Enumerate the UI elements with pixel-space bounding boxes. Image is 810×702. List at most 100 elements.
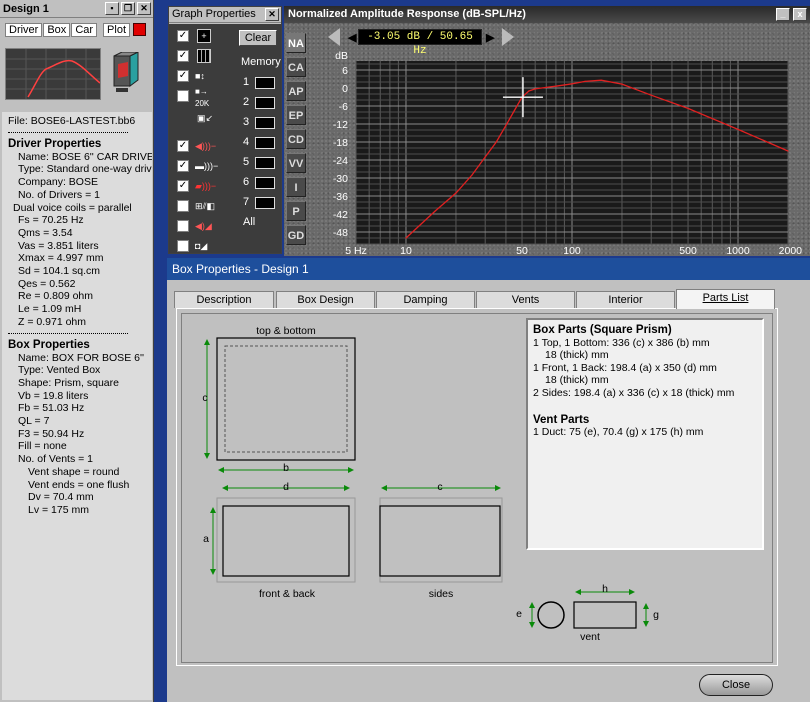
crosshair-icon: + [197,29,211,43]
y-tick-label: -30 [333,173,348,185]
x-tick-label: 10 [400,245,412,254]
front-back-outer [216,497,356,583]
mode-button-i[interactable]: I [286,177,306,197]
step-left-icon[interactable]: ◀ [348,31,356,44]
mode-button-na[interactable]: NA [286,33,306,53]
tab-box-design[interactable]: Box Design [276,291,375,308]
dim-label-c-sides: c [437,481,443,493]
vent-line: Vent shape = round [28,465,120,478]
memory-slot-swatch[interactable] [255,77,275,89]
checkbox-box-response[interactable]: ✓ [177,160,189,172]
memory-slot-2[interactable]: 2 [243,96,279,110]
tab-box[interactable]: Box [43,23,71,37]
checkbox-target-curve[interactable] [177,240,189,252]
box-line: No. of Vents = 1 [18,453,94,466]
plot-color-swatch[interactable] [133,23,147,36]
graph-properties-title: Graph Properties [172,8,256,20]
box-parts-heading: Box Parts (Square Prism) [533,324,672,336]
memory-slot-swatch[interactable] [255,117,275,129]
graph-properties-body: ✓ + ✓ ✓ ■↕ ■→ 20K ▣↙ ✓ ◀)))− ✓ ▬)))− ✓ ▰)… [169,24,281,253]
step-right-icon[interactable]: ▶ [486,31,494,44]
data-point [455,192,457,194]
memory-slot-swatch[interactable] [255,157,275,169]
grid-icon [197,49,211,63]
memory-slot-7[interactable]: 7 [243,196,279,210]
vent-label: vent [580,631,600,643]
graph-window: Normalized Amplitude Response (dB-SPL/Hz… [284,6,810,256]
tab-parts-list[interactable]: Parts List [676,289,775,309]
tab-interior[interactable]: Interior [576,291,675,308]
vent-parts-line: 1 Duct: 75 (e), 70.4 (g) x 175 (h) mm [533,426,704,439]
tab-damping[interactable]: Damping [376,291,475,308]
next-arrow-icon[interactable] [502,28,514,46]
restore-icon[interactable]: ❐ [121,2,135,15]
memory-slot-3[interactable]: 3 [243,116,279,130]
clear-button[interactable]: Clear [239,30,277,46]
box-properties-title: Box Properties - Design 1 [172,262,309,276]
mode-button-p[interactable]: P [286,201,306,221]
graph-window-titlebar: Normalized Amplitude Response (dB-SPL/Hz… [284,6,810,23]
checkbox-crosshair[interactable]: ✓ [177,30,189,42]
file-name: File: BOSE6-LASTEST.bb6 [8,115,136,127]
dim-label-d: d [283,481,289,493]
memory-slot-swatch[interactable] [255,177,275,189]
mode-button-ap[interactable]: AP [286,81,306,101]
memory-slot-1[interactable]: 1 [243,76,279,90]
memory-slot-6[interactable]: 6 [243,176,279,190]
dim-label-h: h [602,583,608,595]
data-point [687,107,689,109]
checkbox-microphone[interactable] [177,200,189,212]
checkbox-speaker-curve[interactable] [177,220,189,232]
box-panel-diagram [204,337,503,583]
close-icon[interactable]: ✕ [265,8,279,21]
amplitude-response-chart[interactable]: 6 0 -6 -12 -18 -24 -30 -36 -42 -48 dB 5 Hz 10 50 100 50… [312,51,808,254]
separator [8,332,128,334]
speaker-box-icon[interactable] [112,51,140,94]
tab-driver[interactable]: Driver [5,23,43,37]
memory-slot-swatch[interactable] [255,97,275,109]
box-line: Type: Vented Box [18,364,101,377]
dim-label-g: g [653,609,659,621]
mode-button-vv[interactable]: VV [286,153,306,173]
close-button[interactable]: Close [699,674,773,696]
tab-description[interactable]: Description [174,291,274,308]
mini-response-plot[interactable] [5,48,101,100]
close-icon[interactable]: x [793,8,807,21]
tab-vents[interactable]: Vents [476,291,575,308]
mode-button-gd[interactable]: GD [286,225,306,245]
data-point [787,150,789,152]
memory-slot-5[interactable]: 5 [243,156,279,170]
save-icon[interactable]: ▪ [105,2,119,15]
memory-label: Memory [241,56,281,68]
prev-arrow-icon[interactable] [328,28,340,46]
driver-line: Qes = 0.562 [18,277,76,290]
box-line: Name: BOX FOR BOSE 6'' [18,351,144,364]
data-point [513,109,516,112]
memory-slot-swatch[interactable] [255,137,275,149]
checkbox-extend-20k[interactable] [177,90,189,102]
x-tick-label: 100 [563,245,581,254]
mode-button-ca[interactable]: CA [286,57,306,77]
checkbox-scale[interactable]: ✓ [177,70,189,82]
mode-button-ep[interactable]: EP [286,105,306,125]
data-point [545,86,547,88]
separator [8,131,128,133]
vent-properties-list: Vent shape = round Vent ends = one flush… [18,466,146,517]
memory-all-label[interactable]: All [243,216,255,228]
checkbox-driver-response[interactable]: ✓ [177,140,189,152]
close-icon[interactable]: ✕ [137,2,151,15]
data-point [584,80,586,82]
minimize-icon[interactable]: _ [776,8,790,21]
memory-slot-4[interactable]: 4 [243,136,279,150]
data-point [737,128,739,130]
driver-line: Name: BOSE 6'' CAR DRIVE [18,150,152,163]
sides-panel [379,505,501,577]
data-point [555,85,557,87]
tab-plot[interactable]: Plot [103,23,131,37]
tab-car[interactable]: Car [71,23,98,37]
mode-button-cd[interactable]: CD [286,129,306,149]
checkbox-car-response[interactable]: ✓ [177,180,189,192]
y-tick-label: -18 [333,137,348,149]
checkbox-grid[interactable]: ✓ [177,50,189,62]
memory-slot-swatch[interactable] [255,197,275,209]
